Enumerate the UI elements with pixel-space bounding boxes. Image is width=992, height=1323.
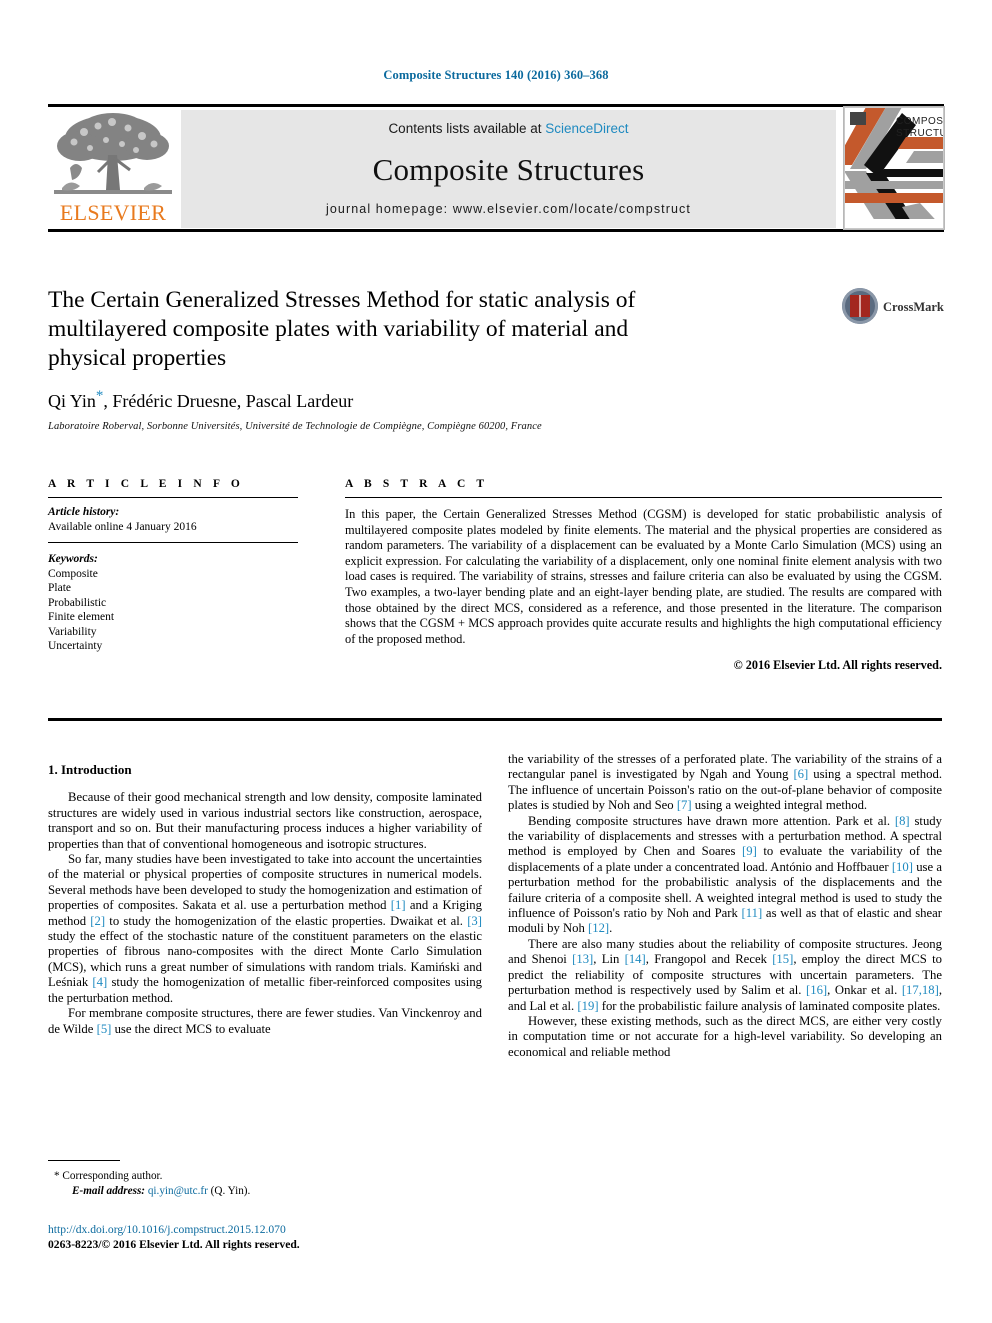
paragraph: the variability of the stresses of a per… bbox=[508, 752, 942, 813]
keywords-label: Keywords: bbox=[48, 553, 98, 565]
paragraph: However, these existing methods, such as… bbox=[508, 1013, 942, 1059]
crossmark-label: CrossMark bbox=[883, 300, 944, 314]
elsevier-tree-icon bbox=[54, 113, 172, 194]
article-history-label: Article history: bbox=[48, 506, 120, 518]
elsevier-logo[interactable]: ELSEVIER bbox=[50, 110, 176, 228]
article-info-heading: A R T I C L E I N F O bbox=[48, 478, 244, 490]
svg-text:STRUCTURES: STRUCTURES bbox=[896, 128, 944, 139]
abstract-bottom-rule bbox=[48, 718, 942, 721]
paragraph: So far, many studies have been investiga… bbox=[48, 852, 483, 1005]
keyword-item: Plate bbox=[48, 582, 71, 594]
abstract-column: A B S T R A C T In this paper, the Certa… bbox=[345, 478, 942, 673]
footnote-marker: * bbox=[54, 1170, 60, 1182]
keyword-item: Composite bbox=[48, 567, 98, 580]
masthead-bottom-rule bbox=[48, 229, 944, 232]
email-note: E-mail address: qi.yin@utc.fr (Q. Yin). bbox=[48, 1184, 482, 1199]
keyword-item: Variability bbox=[48, 625, 97, 638]
citation-ref[interactable]: [10] bbox=[892, 860, 913, 874]
paragraph: Bending composite structures have drawn … bbox=[508, 813, 942, 936]
section-heading-introduction: 1. Introduction bbox=[48, 762, 132, 777]
sciencedirect-link[interactable]: ScienceDirect bbox=[545, 121, 628, 136]
article-history: Article history: Available online 4 Janu… bbox=[48, 505, 298, 534]
citation-ref[interactable]: [17,18] bbox=[902, 983, 939, 997]
crossmark-book-icon bbox=[850, 295, 870, 317]
crossmark-badge-group[interactable]: CrossMark bbox=[842, 288, 944, 340]
abstract-text: In this paper, the Certain Generalized S… bbox=[345, 507, 942, 646]
abstract-copyright: © 2016 Elsevier Ltd. All rights reserved… bbox=[733, 658, 942, 673]
journal-homepage[interactable]: journal homepage: www.elsevier.com/locat… bbox=[181, 202, 836, 216]
article-history-value: Available online 4 January 2016 bbox=[48, 520, 197, 533]
citation-ref[interactable]: [14] bbox=[625, 952, 646, 966]
author-rest: , Frédéric Druesne, Pascal Lardeur bbox=[103, 391, 354, 411]
article-first-page: Composite Structures 140 (2016) 360–368 bbox=[0, 0, 992, 1323]
doi-link[interactable]: http://dx.doi.org/10.1016/j.compstruct.2… bbox=[48, 1222, 498, 1237]
corresponding-author-text: Corresponding author. bbox=[62, 1170, 163, 1182]
citation-ref[interactable]: [15] bbox=[772, 952, 793, 966]
corresponding-author-note: * Corresponding author. bbox=[48, 1169, 482, 1184]
journal-title: Composite Structures bbox=[372, 152, 645, 187]
journal-masthead: ELSEVIER Contents lists available at Sci… bbox=[48, 104, 945, 232]
citation-ref[interactable]: [2] bbox=[90, 914, 105, 928]
citation-ref[interactable]: [13] bbox=[572, 952, 593, 966]
masthead-top-rule bbox=[48, 104, 944, 107]
paragraph: There are also many studies about the re… bbox=[508, 936, 942, 1013]
keywords-block: Keywords: Composite Plate Probabilistic … bbox=[48, 542, 298, 654]
email-label: E-mail address: bbox=[72, 1184, 146, 1197]
citation-ref[interactable]: [11] bbox=[742, 906, 763, 920]
keyword-item: Finite element bbox=[48, 611, 115, 623]
journal-cover-thumbnail[interactable]: COMPOSITE STRUCTURES bbox=[843, 106, 945, 230]
abstract-rule bbox=[345, 497, 942, 498]
affiliation: Laboratoire Roberval, Sorbonne Universit… bbox=[48, 421, 542, 432]
keyword-item: Uncertainty bbox=[48, 640, 103, 652]
citation-ref[interactable]: [4] bbox=[92, 975, 107, 989]
elsevier-wordmark: ELSEVIER bbox=[59, 200, 167, 225]
abstract-heading: A B S T R A C T bbox=[345, 478, 489, 490]
article-info-rule bbox=[48, 497, 298, 498]
author-first: Qi Yin bbox=[48, 391, 96, 411]
footnote-block: * Corresponding author. E-mail address: … bbox=[48, 1160, 482, 1198]
citation-ref[interactable]: [16] bbox=[806, 983, 827, 997]
footnote-rule bbox=[48, 1160, 120, 1161]
page-title: The Certain Generalized Stresses Method … bbox=[48, 287, 636, 371]
body-right-column: the variability of the stresses of a per… bbox=[508, 752, 942, 1060]
citation-ref[interactable]: [1] bbox=[391, 898, 406, 912]
citation-ref[interactable]: [19] bbox=[577, 999, 598, 1013]
paragraph: Because of their good mechanical strengt… bbox=[48, 790, 482, 851]
author-list: Qi Yin*, Frédéric Druesne, Pascal Lardeu… bbox=[48, 388, 708, 412]
citation-ref[interactable]: [5] bbox=[97, 1022, 112, 1036]
contents-available-line: Contents lists available at ScienceDirec… bbox=[181, 121, 836, 136]
citation-ref[interactable]: [7] bbox=[677, 798, 692, 812]
email-owner: (Q. Yin). bbox=[210, 1184, 251, 1197]
citation-ref[interactable]: [3] bbox=[467, 914, 482, 928]
issn-copyright: 0263-8223/© 2016 Elsevier Ltd. All right… bbox=[48, 1238, 300, 1251]
paragraph: For membrane composite structures, there… bbox=[48, 1006, 482, 1036]
citation-ref[interactable]: [12] bbox=[588, 921, 609, 935]
contents-prefix: Contents lists available at bbox=[388, 121, 546, 136]
citation-ref[interactable]: [8] bbox=[895, 814, 910, 828]
article-info-column: A R T I C L E I N F O Article history: A… bbox=[48, 478, 298, 654]
crossmark-icon bbox=[842, 288, 878, 324]
footer-block: http://dx.doi.org/10.1016/j.compstruct.2… bbox=[48, 1222, 498, 1252]
citation-ref[interactable]: [6] bbox=[793, 767, 808, 781]
svg-text:COMPOSITE: COMPOSITE bbox=[896, 116, 944, 127]
title-block: The Certain Generalized Stresses Method … bbox=[48, 286, 708, 432]
running-head: Composite Structures 140 (2016) 360–368 bbox=[383, 68, 609, 82]
email-link[interactable]: qi.yin@utc.fr bbox=[148, 1185, 208, 1197]
citation-ref[interactable]: [9] bbox=[742, 844, 757, 858]
keyword-item: Probabilistic bbox=[48, 596, 107, 609]
journal-cover-art: COMPOSITE STRUCTURES bbox=[844, 107, 944, 229]
masthead-band: Contents lists available at ScienceDirec… bbox=[181, 110, 836, 228]
body-left-column: 1. Introduction Because of their good me… bbox=[48, 762, 482, 1037]
